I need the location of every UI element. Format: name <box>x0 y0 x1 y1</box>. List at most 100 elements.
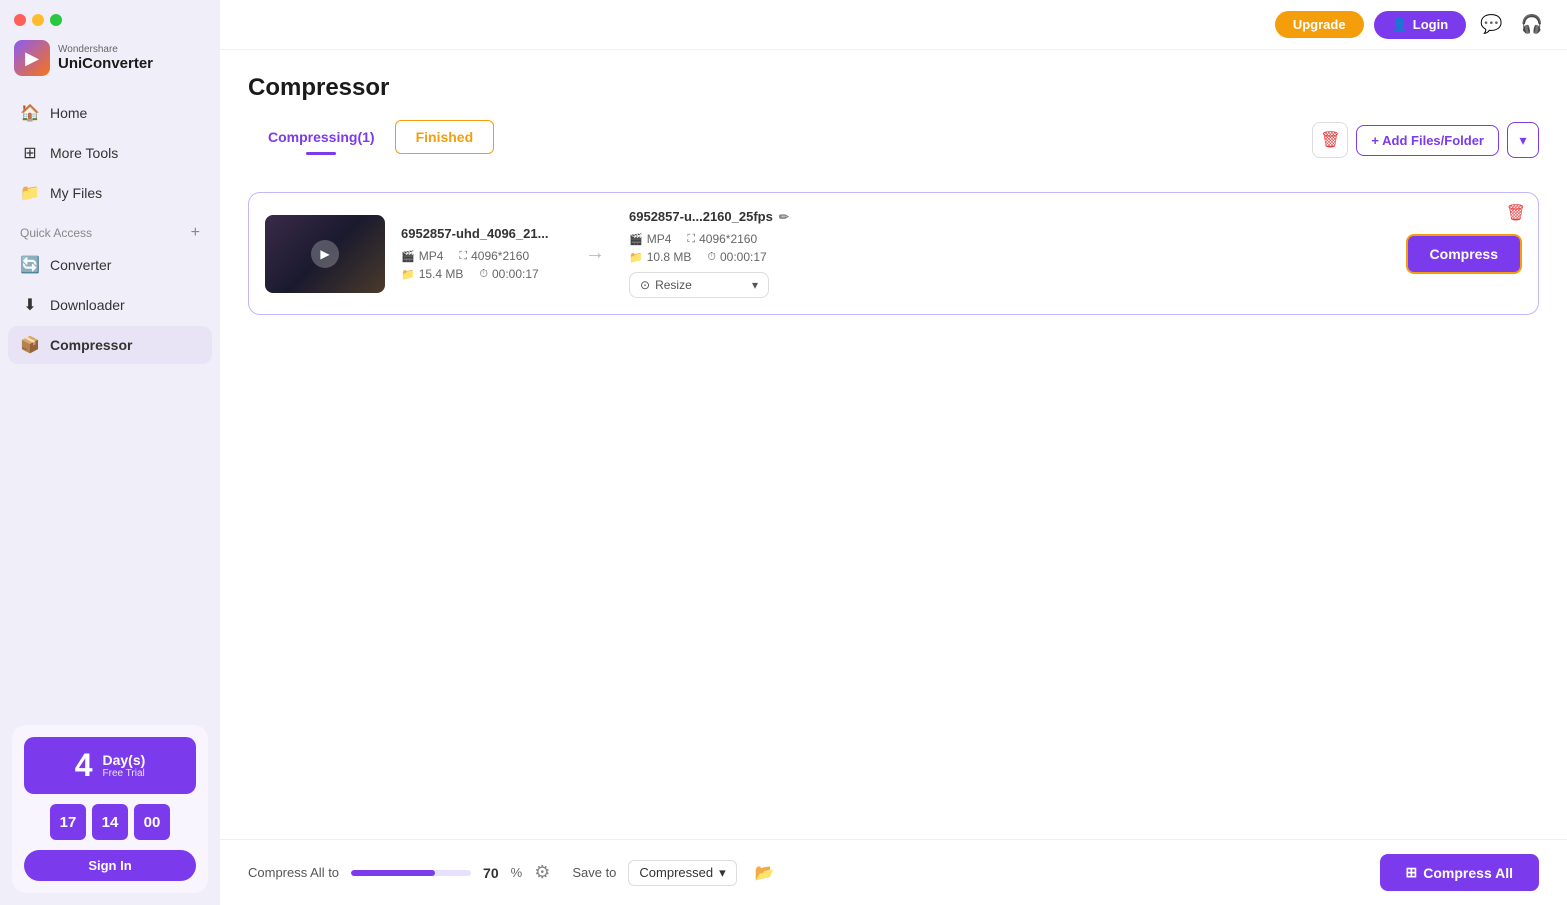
output-size-value: 10.8 MB <box>647 250 692 264</box>
resolution-icon: ⛶ <box>459 250 467 263</box>
folder-icon: 📁 <box>401 268 415 281</box>
clock-icon: ⏱ <box>479 268 488 281</box>
trial-digit-seconds: 00 <box>134 804 170 840</box>
settings-icon[interactable]: ⚙ <box>534 862 550 883</box>
sidebar-item-downloader[interactable]: ⬇ Downloader <box>8 286 212 324</box>
logo-text: Wondershare UniConverter <box>58 44 153 72</box>
resize-dropdown[interactable]: ⊙ Resize ▾ <box>629 272 769 298</box>
output-meta-row1: 🎬 MP4 ⛶ 4096*2160 <box>629 232 789 246</box>
delete-item-button[interactable]: 🗑 <box>1506 203 1526 223</box>
chevron-down-icon: ▾ <box>1519 132 1526 149</box>
chat-icon[interactable]: 💬 <box>1476 10 1506 39</box>
downloader-icon: ⬇ <box>20 295 40 315</box>
format-icon: 🎬 <box>401 250 415 263</box>
sidebar-item-more-tools[interactable]: ⊞ More Tools <box>8 134 212 172</box>
sidebar-item-my-files[interactable]: 📁 My Files <box>8 174 212 212</box>
progress-track <box>351 870 471 876</box>
sidebar-item-label: More Tools <box>50 145 118 161</box>
save-location-value: Compressed <box>639 865 713 880</box>
compressor-icon: 📦 <box>20 335 40 355</box>
my-files-icon: 📁 <box>20 183 40 203</box>
maximize-button[interactable] <box>50 14 62 26</box>
bottom-bar: Compress All to 70 % ⚙ Save to Compresse… <box>220 839 1567 905</box>
headphones-icon[interactable]: 🎧 <box>1517 10 1547 39</box>
topbar: Upgrade 👤 Login 💬 🎧 <box>220 0 1567 50</box>
source-meta-row2: 📁 15.4 MB ⏱ 00:00:17 <box>401 267 561 281</box>
delete-button[interactable]: 🗑 <box>1312 122 1348 158</box>
close-button[interactable] <box>14 14 26 26</box>
output-resolution: ⛶ 4096*2160 <box>687 232 757 246</box>
sidebar-item-converter[interactable]: 🔄 Converter <box>8 246 212 284</box>
home-icon: 🏠 <box>20 103 40 123</box>
sidebar-item-label: My Files <box>50 185 102 201</box>
file-card: ▶ 6952857-uhd_4096_21... 🎬 MP4 ⛶ 4096*21… <box>248 192 1539 315</box>
sidebar-item-label: Home <box>50 105 87 121</box>
source-meta-row1: 🎬 MP4 ⛶ 4096*2160 <box>401 249 561 263</box>
quick-access-add-button[interactable]: + <box>191 224 200 242</box>
trial-signin-button[interactable]: Sign In <box>24 850 196 881</box>
format-icon: 🎬 <box>629 233 643 246</box>
source-filename: 6952857-uhd_4096_21... <box>401 226 561 241</box>
play-button[interactable]: ▶ <box>311 240 339 268</box>
save-to-label: Save to <box>572 865 616 880</box>
minimize-button[interactable] <box>32 14 44 26</box>
source-info: 6952857-uhd_4096_21... 🎬 MP4 ⛶ 4096*2160 <box>401 226 561 281</box>
source-size: 📁 15.4 MB <box>401 267 463 281</box>
quick-access-section: Quick Access + <box>0 212 220 246</box>
output-format-value: MP4 <box>647 232 672 246</box>
sidebar-spacer <box>0 364 220 709</box>
trial-days-banner: 4 Day(s) Free Trial <box>24 737 196 794</box>
output-meta: 🎬 MP4 ⛶ 4096*2160 📁 10.8 MB <box>629 232 789 264</box>
sidebar-item-label: Converter <box>50 257 111 273</box>
converter-icon: 🔄 <box>20 255 40 275</box>
sidebar-item-home[interactable]: 🏠 Home <box>8 94 212 132</box>
progress-fill <box>351 870 435 876</box>
output-name-row: 6952857-u...2160_25fps ✏ <box>629 209 789 224</box>
save-location-dropdown[interactable]: Compressed ▾ <box>628 860 736 886</box>
compress-all-button[interactable]: ⊞ Compress All <box>1380 854 1539 891</box>
output-format: 🎬 MP4 <box>629 232 671 246</box>
compress-button[interactable]: Compress <box>1406 234 1522 274</box>
thumbnail-image: ▶ <box>265 215 385 293</box>
compress-all-to-label: Compress All to <box>248 865 339 880</box>
add-files-button[interactable]: + Add Files/Folder <box>1356 125 1499 156</box>
user-icon: 👤 <box>1392 17 1408 33</box>
login-label: Login <box>1413 17 1448 32</box>
clock-icon: ⏱ <box>707 251 716 264</box>
app-logo: ▶ Wondershare UniConverter <box>0 34 220 94</box>
output-duration-value: 00:00:17 <box>720 250 767 264</box>
tab-finished[interactable]: Finished <box>395 120 495 154</box>
add-files-dropdown-button[interactable]: ▾ <box>1507 122 1539 158</box>
trash-icon: 🗑 <box>1320 130 1340 150</box>
tab-compressing[interactable]: Compressing(1) <box>248 121 395 153</box>
source-duration-value: 00:00:17 <box>492 267 539 281</box>
output-size: 📁 10.8 MB <box>629 250 691 264</box>
trial-sublabel: Free Trial <box>103 768 146 779</box>
quick-access-label: Quick Access <box>20 226 92 240</box>
trial-box: 4 Day(s) Free Trial 17 14 00 Sign In <box>12 725 208 893</box>
sidebar: ▶ Wondershare UniConverter 🏠 Home ⊞ More… <box>0 0 220 905</box>
source-duration: ⏱ 00:00:17 <box>479 267 538 281</box>
main-content: Upgrade 👤 Login 💬 🎧 Compressor Compressi… <box>220 0 1567 905</box>
arrow-divider: → <box>585 242 605 265</box>
browse-folder-icon[interactable]: 📂 <box>755 863 775 883</box>
sub-nav: 🔄 Converter ⬇ Downloader 📦 Compressor <box>0 246 220 364</box>
login-button[interactable]: 👤 Login <box>1374 11 1467 39</box>
upgrade-button[interactable]: Upgrade <box>1275 11 1364 38</box>
trial-countdown: 17 14 00 <box>50 804 170 840</box>
compress-all-label: Compress All <box>1423 865 1513 881</box>
sidebar-item-compressor[interactable]: 📦 Compressor <box>8 326 212 364</box>
page-title: Compressor <box>248 74 1539 102</box>
source-format-value: MP4 <box>419 249 444 263</box>
logo-icon: ▶ <box>14 40 50 76</box>
edit-icon[interactable]: ✏ <box>779 210 789 224</box>
trial-digit-hours: 17 <box>50 804 86 840</box>
percent-sign: % <box>511 865 523 880</box>
app-name: UniConverter <box>58 55 153 72</box>
output-meta-row2: 📁 10.8 MB ⏱ 00:00:17 <box>629 250 789 264</box>
file-thumbnail: ▶ <box>265 215 385 293</box>
source-size-value: 15.4 MB <box>419 267 464 281</box>
window-controls <box>0 0 220 34</box>
folder-icon: 📁 <box>629 251 643 264</box>
main-nav: 🏠 Home ⊞ More Tools 📁 My Files <box>0 94 220 212</box>
